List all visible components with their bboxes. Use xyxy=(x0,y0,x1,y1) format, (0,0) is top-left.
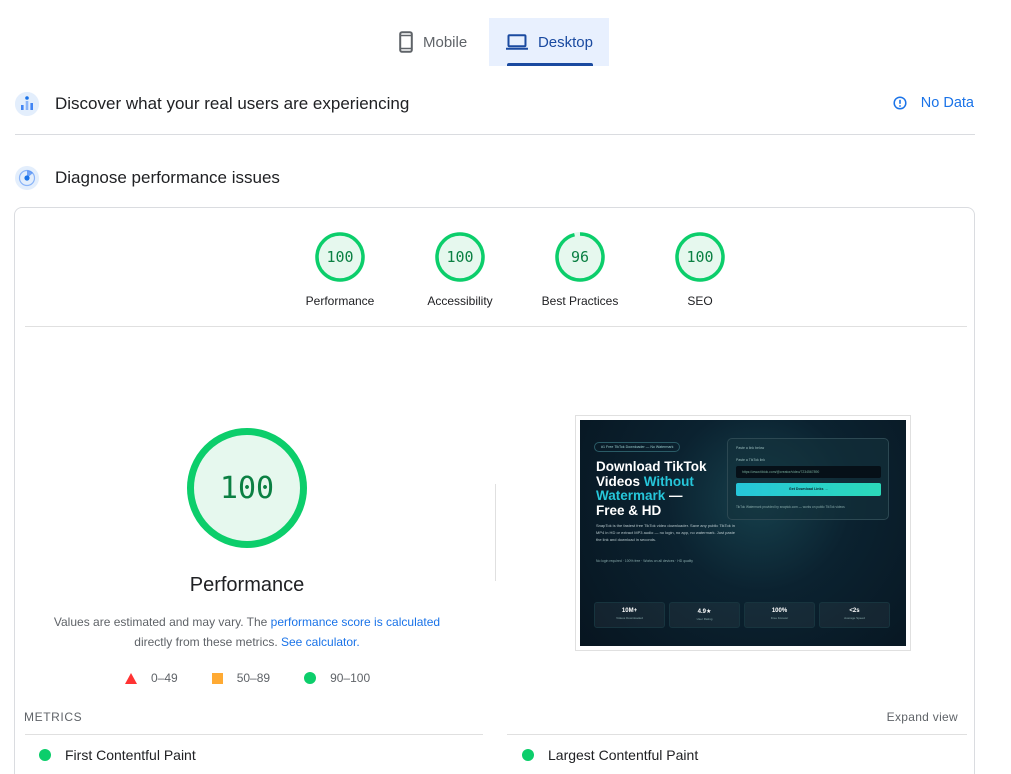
stat-card: <2s Average Speed xyxy=(819,602,890,628)
performance-title: Performance xyxy=(189,574,305,596)
headline-line-3b: — xyxy=(665,488,683,503)
see-calculator-link[interactable]: See calculator. xyxy=(281,635,360,649)
panel-button: Get Download Links → xyxy=(736,483,881,496)
panel-label: Paste a TikTok link xyxy=(736,458,765,462)
gauge-seo[interactable]: 100 SEO xyxy=(640,232,760,308)
tab-mobile-label: Mobile xyxy=(423,33,468,51)
final-screenshot[interactable]: #1 Free TikTok Downloader — No Watermark… xyxy=(575,415,911,651)
lighthouse-icon xyxy=(15,166,39,190)
screenshot-headline: Download TikTok Videos Without Watermark… xyxy=(596,459,726,518)
screenshot-panel: Paste a link below Paste a TikTok link h… xyxy=(727,438,889,520)
gauge-ring: 96 xyxy=(555,232,605,282)
score-gauges: 100 Performance 100 Accessibility 96 Best Pra… xyxy=(280,232,760,308)
screenshot-description: SnapTok is the fastest free TikTok video… xyxy=(596,523,735,542)
stat-label: User Rating xyxy=(696,617,713,621)
square-icon xyxy=(211,672,223,684)
metrics-heading: METRICS xyxy=(24,710,83,724)
tab-mobile[interactable]: Mobile xyxy=(383,18,489,66)
score-legend: 0–49 50–89 90–100 xyxy=(125,671,370,685)
headline-line-2b: Without xyxy=(643,473,694,489)
triangle-icon xyxy=(125,672,137,684)
circle-icon xyxy=(304,672,317,684)
desc-text-2: directly from these metrics. xyxy=(134,635,278,649)
performance-score-value: 100 xyxy=(219,470,275,506)
legend-fail-label: 0–49 xyxy=(151,671,178,685)
gauge-score: 96 xyxy=(570,248,590,266)
performance-description: Values are estimated and may vary. The p… xyxy=(47,612,447,652)
gauge-accessibility[interactable]: 100 Accessibility xyxy=(400,232,520,308)
section-divider xyxy=(15,134,975,135)
legend-item-pass: 90–100 xyxy=(304,671,370,685)
gauge-label: Accessibility xyxy=(427,294,493,308)
gauge-label: Best Practices xyxy=(541,294,619,308)
crux-title: Discover what your real users are experi… xyxy=(55,94,410,113)
metric-first-contentful-paint: First Contentful Paint xyxy=(39,747,196,763)
metric-label: Largest Contentful Paint xyxy=(548,747,699,763)
gauge-label: SEO xyxy=(687,294,713,308)
gauge-label: Performance xyxy=(305,294,375,308)
screenshot-chips: No login required · 100% free · Works on… xyxy=(596,559,693,563)
laptop-icon xyxy=(506,34,528,50)
legend-pass-label: 90–100 xyxy=(330,671,371,685)
no-data-label: No Data xyxy=(920,95,974,111)
headline-line-4: Free & HD xyxy=(596,502,662,518)
stat-label: Videos Downloaded xyxy=(616,616,643,620)
crux-section-header: Discover what your real users are experi… xyxy=(15,92,409,116)
performance-gauge: 100 xyxy=(187,428,307,548)
gauges-divider xyxy=(25,326,967,327)
headline-line-2a: Videos xyxy=(596,473,644,489)
stat-value: <2s xyxy=(849,608,860,614)
gauge-ring: 100 xyxy=(315,232,365,282)
vertical-separator xyxy=(495,484,496,581)
tab-desktop[interactable]: Desktop xyxy=(489,18,609,66)
panel-input: https://www.tiktok.com/@creator/video/72… xyxy=(736,466,881,478)
pass-circle-icon xyxy=(522,749,534,761)
gauge-performance[interactable]: 100 Performance xyxy=(280,232,400,308)
stat-label: Average Speed xyxy=(844,616,865,620)
screenshot-stats: 10M+ Videos Downloaded 4.9★ User Rating 10… xyxy=(594,602,894,628)
stat-label: Free Forever xyxy=(770,616,789,620)
expand-view-button[interactable]: Expand view xyxy=(887,710,958,724)
gauge-ring: 100 xyxy=(675,232,725,282)
stat-value: 4.9★ xyxy=(697,609,712,615)
stat-card: 10M+ Videos Downloaded xyxy=(594,602,665,628)
gauge-score: 100 xyxy=(686,248,714,266)
gauge-ring: 100 xyxy=(435,232,485,282)
report-card: 100 Performance 100 Accessibility 96 Best Pra… xyxy=(14,207,975,774)
stat-card: 4.9★ User Rating xyxy=(669,602,740,628)
gauge-score: 100 xyxy=(446,248,474,266)
diagnose-section-header: Diagnose performance issues xyxy=(15,166,280,190)
metrics-divider-right xyxy=(507,734,967,735)
headline-line-1: Download TikTok xyxy=(596,459,707,474)
no-data-link[interactable]: No Data xyxy=(893,95,974,111)
gauge-best-practices[interactable]: 96 Best Practices xyxy=(520,232,640,308)
screenshot-badge: #1 Free TikTok Downloader — No Watermark xyxy=(594,442,680,452)
diagnose-title: Diagnose performance issues xyxy=(55,168,280,187)
legend-item-fail: 0–49 xyxy=(125,671,178,685)
phone-icon xyxy=(399,31,413,53)
stat-card: 100% Free Forever xyxy=(744,602,815,628)
screenshot-image: #1 Free TikTok Downloader — No Watermark… xyxy=(580,420,906,646)
desc-text-1: Values are estimated and may vary. The xyxy=(53,615,271,629)
performance-score-link[interactable]: performance score is calculated xyxy=(271,615,440,629)
stat-value: 10M+ xyxy=(621,608,638,614)
gauge-score: 100 xyxy=(326,248,354,266)
users-chart-icon xyxy=(15,92,39,116)
legend-average-label: 50–89 xyxy=(236,671,271,685)
metric-label: First Contentful Paint xyxy=(65,747,196,763)
metrics-divider-left xyxy=(25,734,483,735)
pass-circle-icon xyxy=(39,749,51,761)
headline-line-3a: Watermark xyxy=(596,488,666,503)
device-tabs: Mobile Desktop xyxy=(383,18,609,66)
panel-header: Paste a link below xyxy=(736,446,765,450)
info-icon xyxy=(893,96,907,110)
tab-desktop-label: Desktop xyxy=(537,33,593,51)
panel-note: TikTok Watermark provided by snaptok.com… xyxy=(736,505,845,509)
legend-item-average: 50–89 xyxy=(211,671,271,685)
metric-largest-contentful-paint: Largest Contentful Paint xyxy=(522,747,698,763)
stat-value: 100% xyxy=(771,608,788,614)
